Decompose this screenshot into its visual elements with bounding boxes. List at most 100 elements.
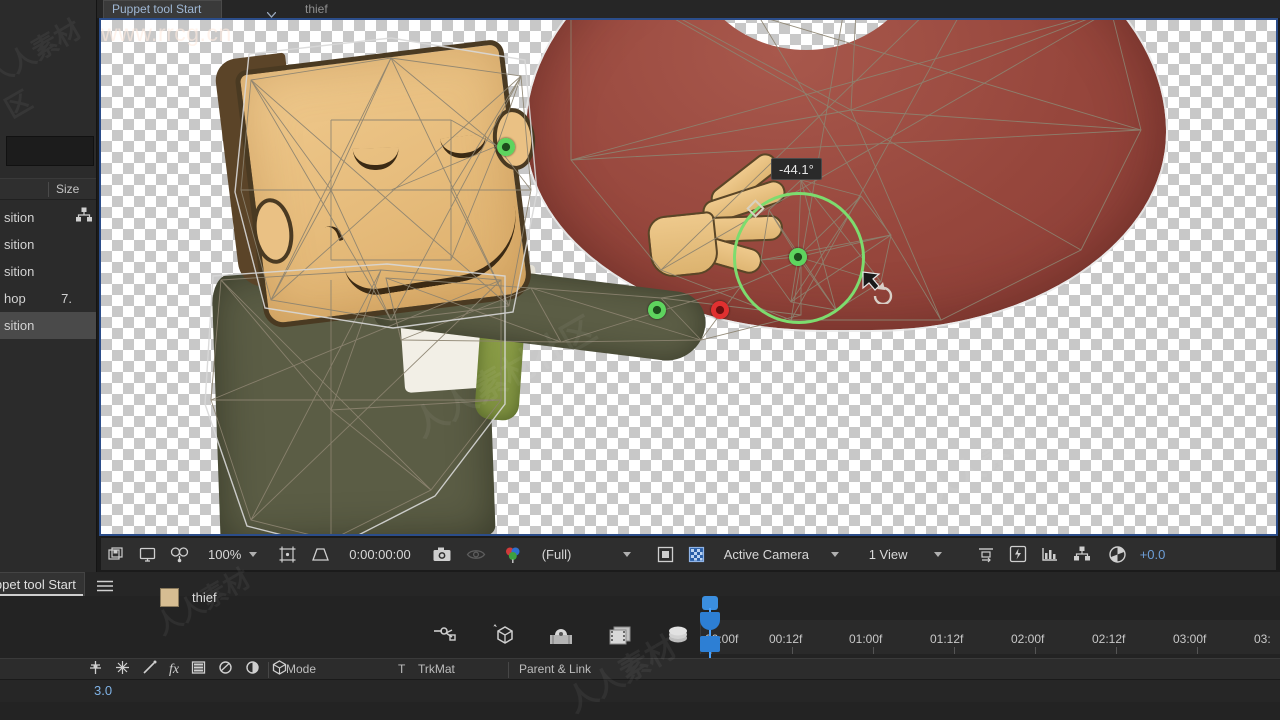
list-item[interactable]: sition (0, 231, 96, 258)
project-column-header: Size (0, 178, 96, 200)
rotate-cursor-icon (861, 270, 895, 306)
pixel-aspect-button[interactable] (970, 538, 1002, 570)
timeline-panel: Puppet tool Start thief (0, 563, 1280, 720)
list-item[interactable]: sition (0, 204, 96, 233)
grid-guides-button[interactable] (304, 538, 337, 570)
adjustment-layer-icon[interactable] (191, 660, 206, 680)
chevron-down-icon[interactable] (933, 551, 942, 557)
work-area-marker[interactable] (700, 636, 720, 652)
viewer-toolbar: 100% 0:00:00:00 (Full) Active Camera 1 V… (101, 538, 1276, 570)
tab-puppet-tool-start[interactable]: Puppet tool Start (103, 0, 223, 18)
chevron-down-icon[interactable] (830, 551, 839, 557)
ruler-tick (954, 647, 955, 654)
list-item-selected[interactable]: sition (0, 312, 96, 339)
show-channel-button[interactable] (493, 538, 530, 570)
watermark-cn-left: 人人素材区 (0, 13, 87, 124)
main-viewer-button[interactable] (101, 538, 132, 570)
3d-switch-icon[interactable] (272, 660, 287, 680)
region-interest-toggle[interactable] (650, 538, 681, 570)
layer-switch-icons: fx (88, 660, 287, 680)
column-divider (48, 182, 49, 197)
view-layout-value: 1 View (868, 546, 908, 562)
column-header-t[interactable]: T (398, 662, 405, 676)
tab-label: thief (305, 2, 328, 16)
rotation-tooltip: -44.1° (771, 158, 822, 180)
list-item-label: hop (4, 291, 26, 306)
column-header-parent-link[interactable]: Parent & Link (519, 662, 591, 676)
tab-label: Puppet tool Start (112, 2, 202, 16)
list-item[interactable]: hop 7. (0, 285, 96, 312)
composition-canvas[interactable]: -44.1° www.rrcg.cn 人人素材社区 人人素材 (101, 20, 1276, 534)
exposure-value[interactable]: +0.0 (1134, 547, 1166, 562)
puppet-icon[interactable] (548, 624, 574, 651)
resolution-value: (Full) (541, 546, 572, 562)
chevron-down-icon[interactable] (623, 551, 632, 557)
lock-icon[interactable] (142, 660, 157, 680)
viewer-tab-bar: Puppet tool Start thief (97, 0, 1280, 18)
list-item-label: sition (4, 264, 35, 279)
audio-icon[interactable] (88, 660, 103, 680)
tab-timeline-puppet-tool-start[interactable]: Puppet tool Start (0, 572, 85, 596)
column-header-size[interactable]: Size (56, 182, 79, 196)
ruler-tick-label: 01:00f (849, 632, 883, 646)
ruler-tick-label: 00:12f (769, 632, 803, 646)
shy-layers-icon[interactable] (666, 624, 690, 651)
puppet-pin-elbow[interactable] (648, 301, 666, 319)
column-header-trkmat[interactable]: TrkMat (418, 662, 455, 676)
transparency-grid-button[interactable] (681, 538, 712, 570)
toggle-view-masks-button[interactable] (163, 538, 196, 570)
list-item-label: sition (4, 210, 35, 225)
ruler-tick-label: 01:12f (930, 632, 964, 646)
chevron-down-icon[interactable] (249, 551, 258, 557)
layer-track[interactable] (700, 682, 1280, 700)
project-panel: 人人素材区 Size sition sition sition hop 7. s… (0, 0, 97, 572)
motion-blur-icon[interactable] (432, 624, 456, 651)
puppet-pin-head[interactable] (497, 138, 515, 156)
camera-value: Active Camera (723, 546, 809, 562)
puppet-pin-wrist[interactable] (711, 301, 729, 319)
view-layout-select[interactable]: 1 View (862, 538, 970, 570)
fast-previews-button[interactable] (1002, 538, 1034, 570)
timeline-layer-name[interactable]: thief (192, 588, 217, 607)
ruler-tick (1116, 647, 1117, 654)
tab-thief[interactable]: thief (297, 0, 336, 18)
renderer-button[interactable] (1066, 538, 1098, 570)
ruler-tick (792, 647, 793, 654)
ruler-tick-label: 03: (1254, 632, 1271, 646)
list-item-label: sition (4, 237, 35, 252)
zoom-level-select[interactable]: 100% (196, 538, 264, 570)
collapse-transform-icon[interactable] (245, 660, 260, 680)
list-item-label: sition (4, 318, 35, 333)
timeline-ruler[interactable]: 00:00f 00:12f 01:00f 01:12f 02:00f 02:12… (700, 620, 1280, 654)
tab-underline (0, 594, 83, 596)
show-snapshot-button[interactable] (459, 538, 493, 570)
3d-layer-icon[interactable] (489, 623, 515, 652)
take-snapshot-button[interactable] (418, 538, 459, 570)
reset-exposure-button[interactable] (1098, 538, 1134, 570)
solo-icon[interactable] (115, 660, 130, 680)
frame-blend-icon[interactable] (607, 624, 633, 651)
panel-menu-icon[interactable] (96, 579, 114, 597)
layer-column-header: fx Mode T TrkMat Parent & Link (0, 658, 1280, 680)
current-time-value: 0:00:00:00 (349, 546, 411, 562)
region-of-interest-button[interactable] (264, 538, 304, 570)
composition-stage: -44.1° www.rrcg.cn 人人素材社区 人人素材 (101, 20, 1276, 534)
list-item[interactable]: sition (0, 258, 96, 285)
column-header-mode[interactable]: Mode (286, 662, 316, 676)
current-time-field[interactable]: 0:00:00:00 (337, 538, 417, 570)
project-search-field[interactable] (6, 136, 94, 166)
timeline-graph-button[interactable] (1034, 538, 1066, 570)
resolution-select[interactable]: (Full) (530, 538, 650, 570)
layer-color-swatch[interactable] (160, 588, 179, 607)
camera-select[interactable]: Active Camera (712, 538, 862, 570)
header-divider (268, 662, 269, 678)
motion-blur-switch-icon[interactable] (218, 660, 233, 680)
preview-monitor-button[interactable] (132, 538, 163, 570)
ruler-tick (873, 647, 874, 654)
parent-hierarchy-icon[interactable] (75, 206, 93, 233)
ruler-tick (1035, 647, 1036, 654)
layer-value[interactable]: 3.0 (94, 683, 112, 698)
ruler-tick-label: 02:12f (1092, 632, 1126, 646)
header-divider (508, 662, 509, 678)
effects-icon: fx (169, 662, 180, 677)
